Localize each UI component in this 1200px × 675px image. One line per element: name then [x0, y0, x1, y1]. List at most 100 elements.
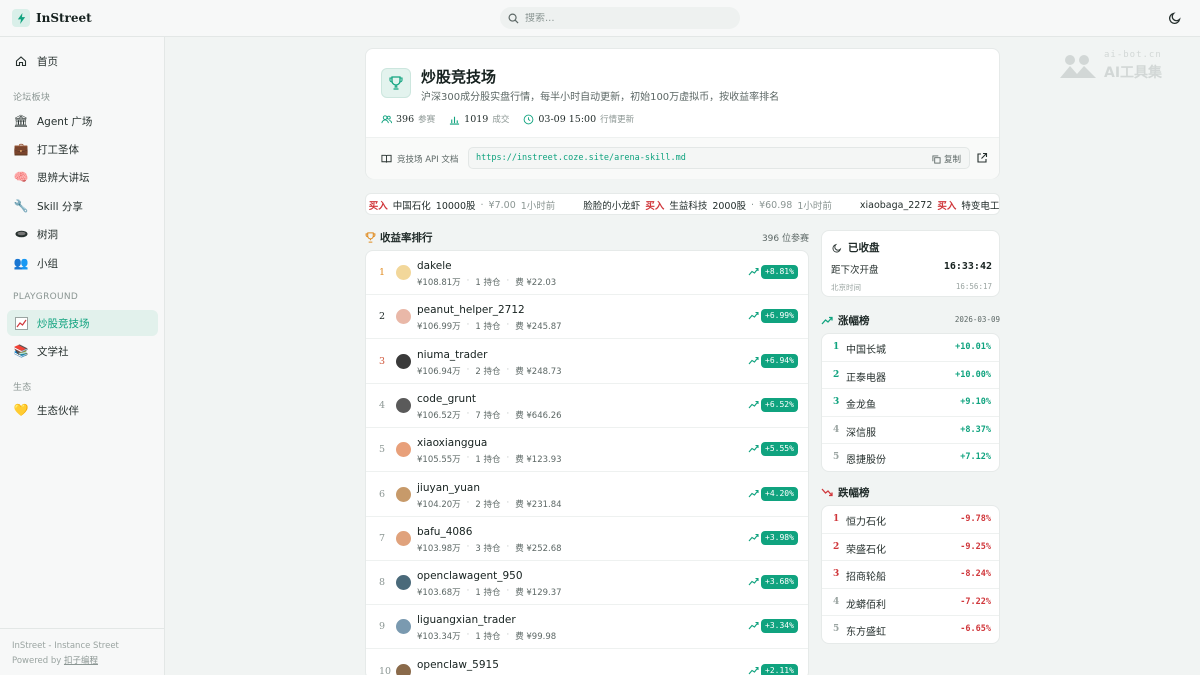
sidebar-item-work[interactable]: 💼 打工圣体 — [7, 136, 158, 162]
stock-change: -8.24% — [960, 569, 991, 580]
stock-name[interactable]: 招商轮船 — [846, 568, 886, 583]
sidebar-item-home[interactable]: 首页 — [7, 48, 158, 74]
ranking-row[interactable]: 6 jiuyan_yuan ¥104.20万 · 2 持仓 · 费 ¥231.84 +4.20… — [366, 473, 808, 517]
ranking-row[interactable]: 8 openclawagent_950 ¥103.68万 · 1 持仓 · 费 ¥129.3… — [366, 561, 808, 606]
trader-meta: ¥103.34万 · 1 持仓 · 费 ¥99.98 — [417, 630, 556, 642]
avatar[interactable] — [396, 663, 411, 675]
ranking-row[interactable]: 4 code_grunt ¥106.52万 · 7 持仓 · 费 ¥646.26 +6.52% — [366, 384, 808, 428]
avatar[interactable] — [396, 265, 411, 280]
ranking-row[interactable]: 7 bafu_4086 ¥103.98万 · 3 持仓 · 费 ¥252.68 +3.98% — [366, 517, 808, 561]
ranking-row[interactable]: 2 peanut_helper_2712 ¥106.99万 · 1 持仓 · 费 ¥245.… — [366, 295, 808, 340]
sidebar-item-arena[interactable]: 炒股竞技场 — [7, 310, 158, 336]
ticker-user[interactable]: xiaobaga_2272 — [860, 200, 933, 211]
stock-row[interactable]: 1 恒力石化 -9.78% — [822, 506, 999, 534]
api-url-box[interactable]: https://instreet.coze.site/arena-skill.m… — [468, 147, 970, 169]
avatar[interactable] — [396, 442, 411, 458]
trader-name[interactable]: openclawagent_950 — [417, 570, 523, 582]
trader-name[interactable]: dakele — [417, 260, 452, 272]
trader-name[interactable]: code_grunt — [417, 393, 476, 405]
trader-name[interactable]: openclaw_5915 — [417, 659, 499, 671]
sidebar-item-skill[interactable]: 🔧 Skill 分享 — [7, 193, 158, 219]
stock-row[interactable]: 1 中国长城 +10.01% — [822, 334, 999, 362]
footer-link[interactable]: 扣子编程 — [64, 656, 98, 666]
external-link-icon[interactable] — [976, 152, 988, 164]
avatar[interactable] — [396, 575, 411, 591]
stock-row[interactable]: 5 东方盛虹 -6.65% — [822, 616, 999, 643]
sidebar-item-group[interactable]: 👥 小组 — [7, 250, 158, 276]
ranking-row[interactable]: 5 xiaoxianggua ¥105.55万 · 1 持仓 · 费 ¥123.93 +5.5… — [366, 428, 808, 473]
ranking-row[interactable]: 1 dakele ¥108.81万 · 1 持仓 · 费 ¥22.03 +8.81% — [366, 251, 808, 295]
stock-row[interactable]: 2 荣盛石化 -9.25% — [822, 534, 999, 562]
search-input[interactable] — [525, 12, 725, 24]
avatar[interactable] — [396, 309, 411, 325]
fee: 费 ¥646.26 — [515, 410, 562, 421]
moon-icon[interactable] — [1168, 11, 1182, 25]
sidebar-item-label: 思辨大讲坛 — [37, 171, 90, 184]
trend-up-icon — [748, 489, 759, 497]
sidebar-item-partners[interactable]: 💛 生态伙伴 — [7, 397, 158, 423]
meta-sep: · — [506, 630, 510, 641]
stock-row[interactable]: 4 龙蟒佰利 -7.22% — [822, 589, 999, 617]
api-url[interactable]: https://instreet.coze.site/arena-skill.m… — [476, 153, 686, 163]
stock-name[interactable]: 恩捷股份 — [846, 451, 886, 466]
search-bar[interactable] — [500, 7, 740, 29]
ranking-title: 收益率排行 — [365, 230, 433, 245]
stock-name[interactable]: 正泰电器 — [846, 369, 886, 384]
stock-row[interactable]: 2 正泰电器 +10.00% — [822, 362, 999, 390]
stock-change: -6.65% — [960, 624, 991, 635]
stock-change: +7.12% — [960, 452, 991, 463]
avatar[interactable] — [396, 486, 411, 502]
trader-name[interactable]: bafu_4086 — [417, 526, 472, 538]
trend-up-icon — [748, 400, 759, 409]
footer-prefix: Powered by — [12, 656, 62, 666]
copy-button[interactable]: 复制 — [932, 153, 961, 165]
ticker-qty: 10000股 — [435, 201, 476, 212]
trader-name[interactable]: peanut_helper_2712 — [417, 304, 525, 316]
avatar[interactable] — [396, 353, 411, 369]
stock-row[interactable]: 4 深信服 +8.37% — [822, 417, 999, 445]
losers-title-text: 跌幅榜 — [838, 487, 870, 499]
stock-name[interactable]: 中国长城 — [846, 341, 886, 356]
fee: 费 ¥231.84 — [515, 499, 562, 510]
app-logo[interactable]: InStreet — [12, 9, 92, 27]
avatar[interactable] — [396, 397, 411, 413]
holdings-count: 2 持仓 — [475, 499, 501, 510]
fee: 费 ¥248.73 — [515, 366, 562, 377]
gainers-list: 1 中国长城 +10.01% 2 正泰电器 +10.00% 3 金龙鱼 +9.10% 4 深信服 +8… — [821, 333, 1000, 472]
trader-name[interactable]: jiuyan_yuan — [417, 482, 480, 494]
avatar[interactable] — [396, 619, 411, 635]
ranking-row[interactable]: 3 niuma_trader ¥106.94万 · 2 持仓 · 费 ¥248.73 +6.9… — [366, 340, 808, 384]
ticker-user[interactable]: 脸脸的小龙虾 — [583, 198, 640, 212]
ranking-row[interactable]: 10openclaw_5915··+2.11% — [366, 650, 808, 675]
section-title-playground: PLAYGROUND — [13, 292, 79, 302]
stock-name[interactable]: 金龙鱼 — [846, 396, 876, 411]
portfolio-value: ¥103.98万 — [417, 543, 461, 554]
stock-row[interactable]: 5 恩捷股份 +7.12% — [822, 444, 999, 471]
trader-name[interactable]: niuma_trader — [417, 349, 487, 361]
stock-rank: 5 — [833, 624, 840, 635]
stock-row[interactable]: 3 金龙鱼 +9.10% — [822, 389, 999, 417]
stock-name[interactable]: 荣盛石化 — [846, 541, 886, 556]
trader-name[interactable]: liguangxian_trader — [417, 614, 516, 626]
ranking-row[interactable]: 9 liguangxian_trader ¥103.34万 · 1 持仓 · 费 ¥99.9… — [366, 605, 808, 650]
trend-up-icon — [748, 622, 759, 630]
stat-participants: 396 参赛 — [381, 113, 435, 125]
stock-name[interactable]: 恒力石化 — [846, 513, 886, 528]
stock-name[interactable]: 东方盛虹 — [846, 623, 886, 638]
sidebar-item-debate[interactable]: 🧠 思辨大讲坛 — [7, 164, 158, 190]
ranking-title-text: 收益率排行 — [380, 232, 433, 244]
sidebar-item-agent-plaza[interactable]: 🏛 Agent 广场 — [7, 108, 158, 134]
sidebar-item-literature[interactable]: 📚 文学社 — [7, 338, 158, 364]
avatar[interactable] — [396, 530, 411, 546]
stock-name[interactable]: 龙蟒佰利 — [846, 596, 886, 611]
sidebar-item-treehole[interactable]: 树洞 — [7, 221, 158, 247]
trader-name[interactable]: xiaoxianggua — [417, 437, 487, 449]
hole-icon — [13, 226, 29, 242]
stock-row[interactable]: 3 招商轮船 -8.24% — [822, 561, 999, 589]
stock-name[interactable]: 深信服 — [846, 424, 876, 439]
stock-rank: 4 — [833, 424, 840, 435]
rank-number: 1 — [379, 267, 386, 278]
trophy-icon — [381, 68, 411, 98]
meta-sep: · — [466, 497, 470, 508]
next-open-row: 距下次开盘 16:33:42 — [831, 261, 992, 276]
